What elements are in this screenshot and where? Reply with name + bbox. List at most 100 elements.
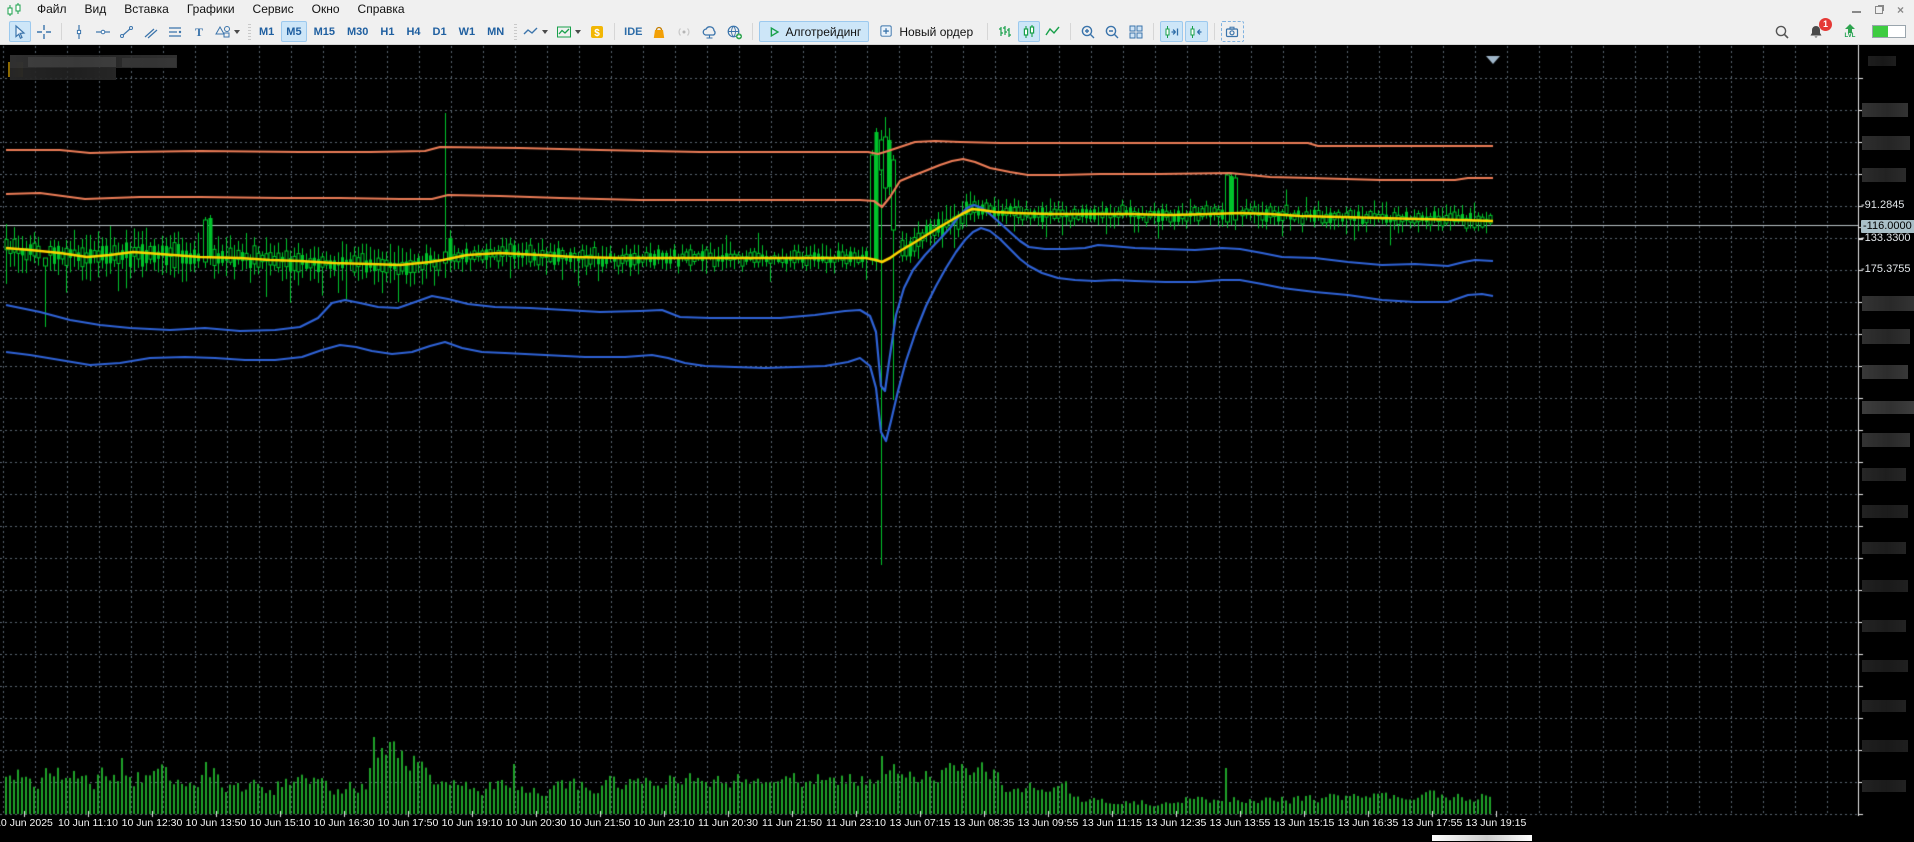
close-icon[interactable]: ×	[1897, 4, 1904, 16]
menu-item-Графики[interactable]: Графики	[178, 1, 244, 18]
redacted-price-label	[1862, 401, 1914, 414]
redacted-price-label	[1862, 365, 1908, 379]
redacted-price-label	[1862, 505, 1908, 518]
timeframe-D1[interactable]: D1	[428, 21, 452, 42]
window-controls: ×	[1851, 4, 1914, 16]
menu-item-Файл[interactable]: Файл	[28, 1, 76, 18]
price-axis-label: -133.3300	[1861, 232, 1911, 244]
cloud-icon	[702, 25, 716, 39]
timeframe-H1[interactable]: H1	[375, 21, 399, 42]
community-button[interactable]	[723, 21, 746, 42]
mt5-logo-icon	[7, 3, 21, 16]
time-axis-label: 13 Jun 12:35	[1145, 817, 1207, 829]
redacted-price-label	[1862, 542, 1906, 554]
redacted-symbol-name	[10, 68, 116, 80]
svg-text:$: $	[594, 28, 600, 39]
price-axis-label: -91.2845	[1861, 199, 1905, 211]
time-axis-label: 10 Jun 15:10	[249, 817, 311, 829]
timeframe-H4[interactable]: H4	[401, 21, 425, 42]
time-axis-label: 10 Jun 12:30	[121, 817, 183, 829]
text-tool-button[interactable]: T	[188, 21, 210, 42]
timeframe-M1[interactable]: M1	[254, 21, 279, 42]
redacted-price-label	[1862, 740, 1908, 752]
signals-icon	[678, 27, 689, 36]
time-axis-label: 13 Jun 11:15	[1082, 817, 1142, 829]
auto-scroll-button[interactable]	[1185, 21, 1209, 42]
tile-windows-button[interactable]	[1125, 21, 1147, 42]
time-axis-label: 11 Jun 23:10	[826, 817, 886, 829]
indicators-button[interactable]	[553, 21, 584, 42]
notification-badge: 1	[1819, 18, 1832, 31]
vertical-line-button[interactable]	[68, 21, 90, 42]
new-order-button[interactable]: Новый ордер	[871, 21, 981, 42]
currency-button[interactable]: $	[586, 21, 608, 42]
trendline-button[interactable]	[116, 21, 138, 42]
shapes-button[interactable]	[212, 21, 243, 42]
redacted-price-label	[1862, 780, 1906, 792]
menu-item-Вид[interactable]: Вид	[76, 1, 116, 18]
redacted-status-item	[1432, 835, 1532, 841]
redacted-price-label	[1862, 296, 1914, 311]
algo-trading-button[interactable]: Алготрейдинг	[758, 21, 870, 42]
menu-item-Вставка[interactable]: Вставка	[115, 1, 178, 18]
shift-end-icon	[1165, 25, 1179, 38]
channel-button[interactable]	[140, 21, 162, 42]
time-axis-label: 10 Jun 11:10	[58, 817, 118, 829]
shift-end-button[interactable]	[1160, 21, 1184, 42]
time-axis-label: 10 Jun 21:50	[569, 817, 631, 829]
menu-item-Справка[interactable]: Справка	[349, 1, 414, 18]
timeframe-M5[interactable]: M5	[281, 21, 307, 42]
signals-button[interactable]	[672, 21, 696, 42]
zoom-out-button[interactable]	[1101, 21, 1123, 42]
screenshot-button[interactable]	[1221, 21, 1245, 42]
redacted-symbol-name	[122, 58, 176, 67]
fibonacci-button[interactable]	[164, 21, 186, 42]
horizontal-line-button[interactable]	[92, 21, 114, 42]
crosshair-icon	[37, 24, 51, 39]
connection-indicator	[1872, 25, 1906, 38]
crosshair-button[interactable]	[33, 21, 55, 42]
search-button[interactable]	[1771, 21, 1793, 42]
zoom-in-icon	[1081, 25, 1095, 38]
timeframe-M30[interactable]: M30	[342, 21, 373, 42]
minimize-icon[interactable]	[1851, 6, 1861, 13]
price-axis-label: -175.3755	[1861, 263, 1911, 275]
time-axis-label: 10 Jun 17:50	[377, 817, 439, 829]
ide-button[interactable]: IDE	[621, 21, 645, 42]
levels-indicator[interactable]: LVL	[1839, 21, 1861, 42]
shapes-icon	[215, 25, 230, 37]
time-axis-label: 13 Jun 08:35	[953, 817, 1015, 829]
notifications-button[interactable]: 1	[1805, 18, 1832, 42]
redacted-symbol-name	[28, 57, 116, 67]
indicator-chart-icon	[557, 26, 572, 37]
menu-item-Окно[interactable]: Окно	[303, 1, 349, 18]
redacted-price-label	[1868, 56, 1896, 66]
market-button[interactable]	[648, 21, 670, 42]
zoom-in-button[interactable]	[1077, 21, 1099, 42]
tile-windows-icon	[1129, 25, 1143, 38]
redacted-price-label	[1862, 433, 1910, 447]
horizontal-line-icon	[96, 29, 110, 34]
bars-chart-button[interactable]	[994, 21, 1016, 42]
redacted-price-label	[1862, 468, 1906, 481]
vps-button[interactable]	[698, 21, 721, 42]
toolbar-right-group: 1 LVL	[1770, 18, 1914, 42]
time-axis-label: 13 Jun 16:35	[1337, 817, 1399, 829]
redacted-price-label	[1862, 103, 1908, 117]
candles-chart-button[interactable]	[1018, 21, 1041, 42]
redacted-price-label	[1862, 660, 1908, 672]
timeframe-W1[interactable]: W1	[454, 21, 481, 42]
line-studies-button[interactable]	[520, 21, 551, 42]
lvl-label: LVL	[1844, 33, 1856, 39]
timeframe-M15[interactable]: M15	[309, 21, 340, 42]
menu-item-Сервис[interactable]: Сервис	[244, 1, 303, 18]
timeframe-MN[interactable]: MN	[482, 21, 509, 42]
search-icon	[1775, 25, 1789, 39]
line-chart-button[interactable]	[1042, 21, 1064, 42]
redacted-price-label	[1862, 136, 1910, 150]
chart-canvas[interactable]	[0, 45, 1914, 842]
menu-items: Файл Вид Вставка Графики Сервис Окно Справка	[28, 1, 414, 18]
cursor-button[interactable]	[9, 21, 31, 42]
restore-icon[interactable]	[1874, 5, 1883, 14]
community-globe-icon	[727, 25, 742, 39]
